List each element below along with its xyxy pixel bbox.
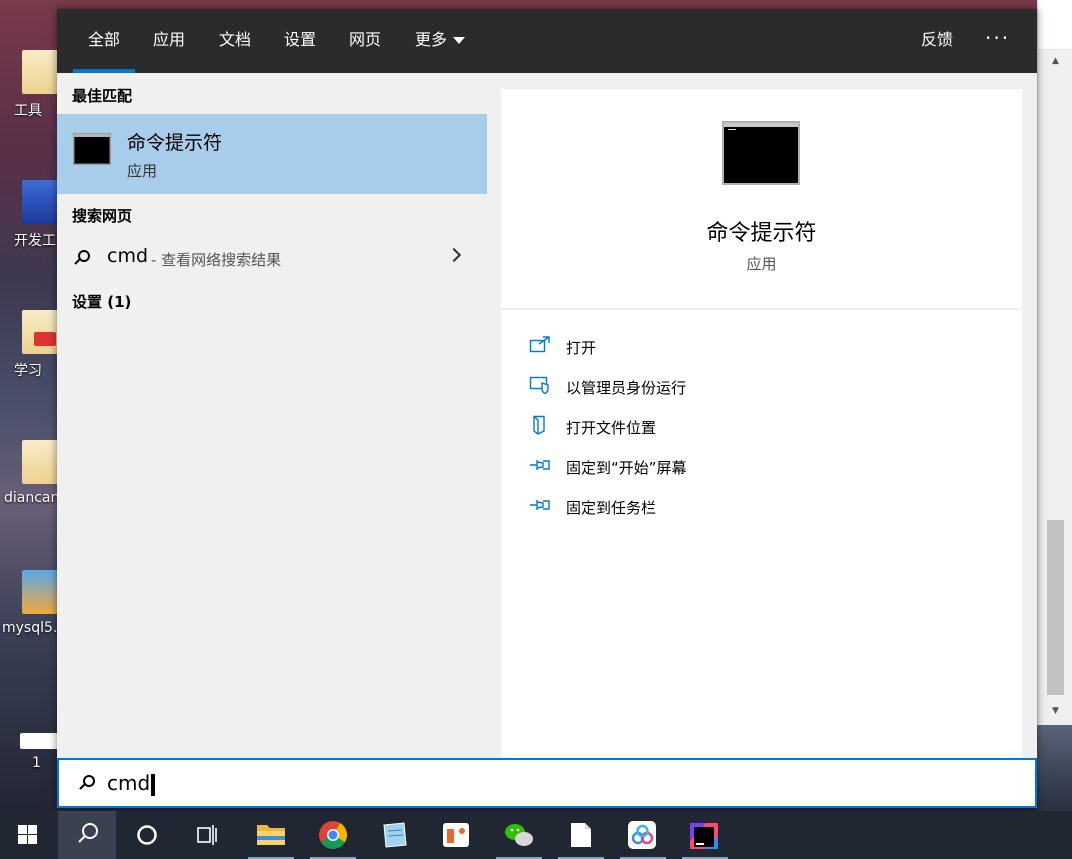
result-detail-header: 命令提示符 应用 (501, 89, 1022, 310)
search-input[interactable]: cmd (57, 758, 1037, 808)
background-window-topbar (1038, 0, 1072, 50)
baidu-netdisk-icon (628, 821, 656, 849)
search-panel: 全部 应用 文档 设置 网页 更多 反馈 ··· 最佳匹配 命令提示符 应用 搜… (57, 9, 1037, 808)
best-match-result[interactable]: 命令提示符 应用 (57, 114, 487, 194)
notepad-button[interactable] (366, 811, 424, 859)
start-button[interactable] (0, 811, 58, 859)
results-list: 最佳匹配 命令提示符 应用 搜索网页 cmd - 查看网络搜索结果 设置 (1) (57, 73, 487, 759)
dev-folder-icon (22, 180, 58, 224)
search-value: cmd (107, 771, 151, 795)
tab-more[interactable]: 更多 (415, 9, 466, 73)
scrollbar-thumb[interactable] (1047, 520, 1064, 695)
tab-settings[interactable]: 设置 (284, 9, 316, 73)
chrome-button[interactable] (304, 811, 362, 859)
action-label: 以管理员身份运行 (566, 379, 687, 397)
action-label: 打开文件位置 (566, 419, 657, 437)
cortana-button[interactable] (118, 811, 176, 859)
web-search-description: - 查看网络搜索结果 (151, 251, 282, 269)
background-window: ▲ ▼ (1037, 0, 1072, 725)
desktop-wallpaper-edge (1037, 725, 1072, 811)
taskbar-search-button[interactable] (58, 811, 116, 859)
folder-icon (22, 440, 58, 484)
action-label: 固定到任务栏 (566, 499, 657, 517)
file-explorer-button[interactable] (242, 811, 300, 859)
web-search-result[interactable]: cmd - 查看网络搜索结果 (57, 241, 487, 275)
tab-all[interactable]: 全部 (72, 9, 136, 73)
intellij-icon (690, 823, 718, 849)
pin-icon (530, 460, 550, 470)
command-prompt-large-icon (722, 121, 800, 185)
intellij-button[interactable] (676, 811, 734, 859)
open-icon (529, 336, 550, 353)
search-input-text[interactable]: cmd (107, 771, 156, 796)
chrome-icon (319, 821, 347, 849)
web-search-heading: 搜索网页 (72, 207, 133, 225)
detail-title: 命令提示符 (706, 221, 817, 246)
windows-start-icon (18, 825, 37, 844)
search-tabs-bar: 全部 应用 文档 设置 网页 更多 反馈 ··· (57, 9, 1037, 73)
best-match-title: 命令提示符 (127, 132, 223, 154)
chevron-down-icon (453, 37, 466, 44)
document-button[interactable] (552, 811, 610, 859)
search-icon (79, 775, 95, 791)
chevron-right-icon[interactable] (446, 247, 462, 263)
task-view-icon (197, 825, 217, 845)
taskbar (0, 811, 1072, 859)
command-prompt-icon (73, 133, 111, 165)
detail-subtitle: 应用 (746, 255, 777, 273)
action-pin-to-taskbar[interactable]: 固定到任务栏 (529, 493, 989, 521)
action-open-file-location[interactable]: 打开文件位置 (529, 413, 989, 441)
document-icon (571, 823, 591, 847)
action-label: 打开 (566, 339, 597, 357)
wechat-icon (505, 824, 533, 846)
wechat-button[interactable] (490, 811, 548, 859)
best-match-subtitle: 应用 (127, 162, 158, 180)
file-explorer-icon (257, 825, 285, 845)
settings-heading[interactable]: 设置 (1) (72, 291, 131, 312)
search-icon (74, 250, 90, 266)
folder-icon (22, 50, 58, 94)
action-open[interactable]: 打开 (529, 333, 989, 361)
baidu-netdisk-button[interactable] (614, 811, 672, 859)
document-thumbnail-icon (20, 733, 60, 749)
search-icon (78, 823, 98, 843)
feedback-button[interactable]: 反馈 (921, 9, 953, 73)
archive-icon (22, 570, 58, 614)
scroll-up-arrow-icon[interactable]: ▲ (1047, 56, 1064, 70)
cortana-icon (137, 825, 157, 845)
pdf-folder-icon (22, 310, 58, 354)
scroll-down-arrow-icon[interactable]: ▼ (1047, 706, 1064, 720)
file-location-icon (533, 415, 545, 435)
tab-apps[interactable]: 应用 (153, 9, 185, 73)
web-search-query: cmd (107, 245, 149, 267)
screenshot-app-button[interactable] (428, 811, 486, 859)
pin-icon (530, 500, 550, 510)
result-detail-pane: 命令提示符 应用 打开 以管理员身份运行 打开文件位置 固定到“开始”屏幕 固定… (501, 89, 1022, 759)
best-match-heading: 最佳匹配 (72, 87, 133, 105)
action-label: 固定到“开始”屏幕 (566, 459, 687, 477)
action-pin-to-start[interactable]: 固定到“开始”屏幕 (529, 453, 989, 481)
task-view-button[interactable] (178, 811, 236, 859)
tab-more-label: 更多 (415, 30, 448, 49)
action-run-as-admin[interactable]: 以管理员身份运行 (529, 373, 989, 401)
screenshot-app-icon (443, 823, 469, 847)
tab-documents[interactable]: 文档 (219, 9, 251, 73)
admin-shield-icon (529, 376, 549, 395)
tab-web[interactable]: 网页 (349, 9, 381, 73)
more-options-icon[interactable]: ··· (985, 9, 1010, 73)
notepad-icon (383, 822, 407, 848)
text-cursor (151, 773, 156, 796)
